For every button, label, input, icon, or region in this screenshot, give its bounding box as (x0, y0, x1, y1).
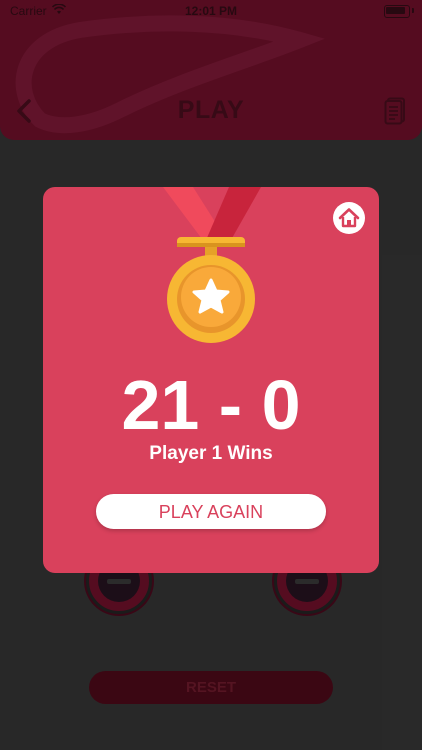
medal-icon (167, 237, 255, 343)
home-icon (338, 208, 360, 228)
home-button[interactable] (333, 202, 365, 234)
play-again-button[interactable]: PLAY AGAIN (96, 494, 326, 529)
final-score: 21 - 0 (121, 366, 301, 444)
winner-dialog: 21 - 0 Player 1 Wins PLAY AGAIN (43, 187, 379, 573)
winner-label: Player 1 Wins (149, 443, 273, 464)
